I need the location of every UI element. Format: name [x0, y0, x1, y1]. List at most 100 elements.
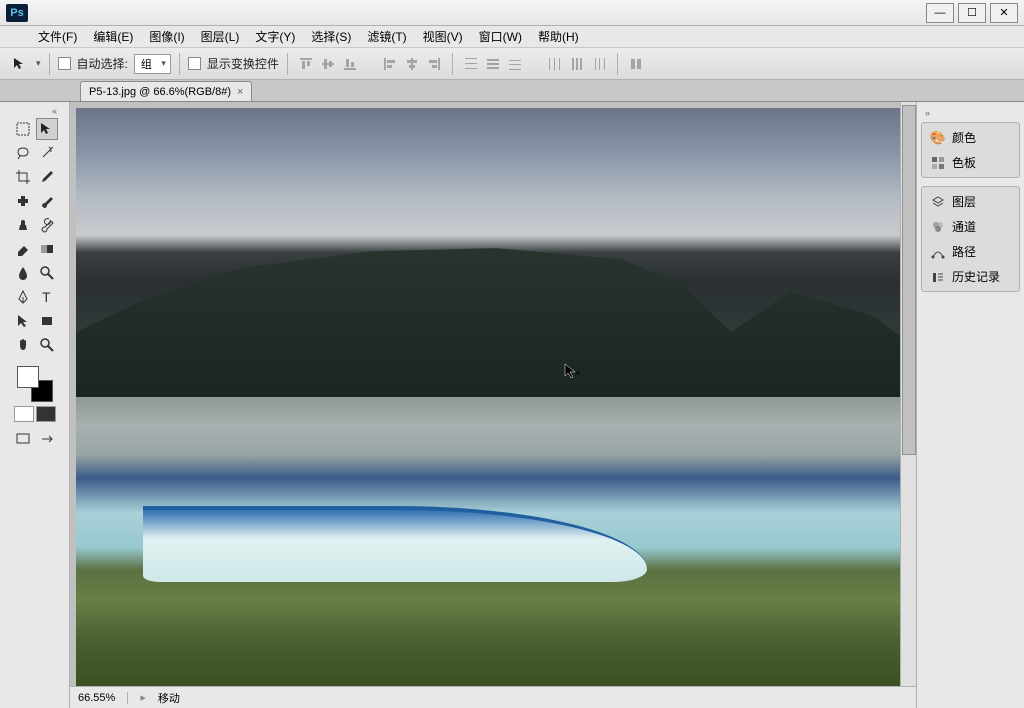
auto-select-dropdown[interactable]: 组: [134, 54, 171, 74]
panels-collapse-icon[interactable]: »: [921, 108, 1020, 122]
distribute-group-h: [545, 54, 609, 74]
align-vcenter-icon[interactable]: [318, 54, 338, 74]
vertical-scrollbar[interactable]: [900, 102, 916, 686]
svg-text:T: T: [42, 289, 51, 305]
color-swatches: [17, 366, 53, 402]
menu-filter[interactable]: 滤镜(T): [359, 26, 414, 47]
zoom-level[interactable]: 66.55%: [78, 692, 128, 704]
right-panels: » 🎨 颜色 色板 图层 通道 路径: [916, 102, 1024, 708]
crop-tool[interactable]: [12, 166, 34, 188]
type-tool[interactable]: T: [36, 286, 58, 308]
panel-label: 历史记录: [952, 268, 1000, 285]
clone-stamp-tool[interactable]: [12, 214, 34, 236]
auto-select-checkbox[interactable]: [58, 57, 71, 70]
app-logo: Ps: [6, 4, 28, 22]
healing-brush-tool[interactable]: [12, 190, 34, 212]
maximize-button[interactable]: ☐: [958, 3, 986, 23]
canvas[interactable]: [76, 108, 916, 686]
options-bar: ▾ 自动选择: 组 显示变换控件: [0, 48, 1024, 80]
menu-window[interactable]: 窗口(W): [471, 26, 530, 47]
marquee-tool[interactable]: [12, 118, 34, 140]
cursor-icon: [563, 362, 583, 382]
rectangle-tool[interactable]: [36, 310, 58, 332]
panel-color[interactable]: 🎨 颜色: [924, 125, 1017, 150]
document-tab-close-icon[interactable]: ×: [237, 86, 243, 98]
menu-view[interactable]: 视图(V): [415, 26, 471, 47]
panel-channels[interactable]: 通道: [924, 214, 1017, 239]
distribute-vcenter-icon[interactable]: [483, 54, 503, 74]
scrollbar-thumb[interactable]: [902, 105, 916, 455]
current-tool-label: 移动: [158, 690, 180, 706]
eyedropper-tool[interactable]: [36, 166, 58, 188]
menu-file[interactable]: 文件(F): [30, 26, 85, 47]
main-area: « T: [0, 102, 1024, 708]
close-button[interactable]: ✕: [990, 3, 1018, 23]
panel-label: 路径: [952, 243, 976, 260]
screen-mode-arrow-icon[interactable]: [36, 428, 58, 450]
distribute-hcenter-icon[interactable]: [567, 54, 587, 74]
show-transform-checkbox[interactable]: [188, 57, 201, 70]
panel-history[interactable]: 历史记录: [924, 264, 1017, 289]
channels-icon: [930, 219, 946, 235]
magic-wand-tool[interactable]: [36, 142, 58, 164]
history-icon: [930, 269, 946, 285]
hand-tool[interactable]: [12, 334, 34, 356]
blur-tool[interactable]: [12, 262, 34, 284]
toolbox: « T: [0, 102, 70, 708]
menu-edit[interactable]: 编辑(E): [85, 26, 141, 47]
align-right-icon[interactable]: [424, 54, 444, 74]
status-bar: 66.55% ▸ 移动: [70, 686, 916, 708]
align-group: [296, 54, 360, 74]
menu-type[interactable]: 文字(Y): [247, 26, 303, 47]
standard-mode-button[interactable]: [14, 406, 34, 422]
move-tool[interactable]: [36, 118, 58, 140]
image-content: [143, 455, 647, 582]
distribute-bottom-icon[interactable]: [505, 54, 525, 74]
separator: [287, 53, 288, 75]
history-brush-tool[interactable]: [36, 214, 58, 236]
title-bar: Ps — ☐ ✕: [0, 0, 1024, 26]
palette-icon: 🎨: [930, 130, 946, 146]
brush-tool[interactable]: [36, 190, 58, 212]
separator: [49, 53, 50, 75]
menu-layer[interactable]: 图层(L): [193, 26, 248, 47]
align-group-h: [380, 54, 444, 74]
auto-select-label: 自动选择:: [77, 55, 128, 72]
lasso-tool[interactable]: [12, 142, 34, 164]
toolbox-collapse-icon[interactable]: «: [12, 106, 57, 118]
align-left-icon[interactable]: [380, 54, 400, 74]
screen-mode-button[interactable]: [12, 428, 34, 450]
panel-swatches[interactable]: 色板: [924, 150, 1017, 175]
document-tab[interactable]: P5-13.jpg @ 66.6%(RGB/8#) ×: [80, 81, 252, 101]
panel-layers[interactable]: 图层: [924, 189, 1017, 214]
eraser-tool[interactable]: [12, 238, 34, 260]
menu-help[interactable]: 帮助(H): [530, 26, 587, 47]
separator: [179, 53, 180, 75]
gradient-tool[interactable]: [36, 238, 58, 260]
distribute-group: [461, 54, 525, 74]
status-arrow-icon[interactable]: ▸: [140, 691, 146, 704]
path-selection-tool[interactable]: [12, 310, 34, 332]
dodge-tool[interactable]: [36, 262, 58, 284]
menu-select[interactable]: 选择(S): [303, 26, 359, 47]
separator: [617, 53, 618, 75]
distribute-right-icon[interactable]: [589, 54, 609, 74]
auto-align-icon[interactable]: [626, 54, 646, 74]
panel-label: 色板: [952, 154, 976, 171]
move-tool-indicator-icon: [10, 54, 30, 74]
align-top-icon[interactable]: [296, 54, 316, 74]
align-hcenter-icon[interactable]: [402, 54, 422, 74]
minimize-button[interactable]: —: [926, 3, 954, 23]
align-bottom-icon[interactable]: [340, 54, 360, 74]
swatches-icon: [930, 155, 946, 171]
document-tab-bar: P5-13.jpg @ 66.6%(RGB/8#) ×: [0, 80, 1024, 102]
pen-tool[interactable]: [12, 286, 34, 308]
quick-mask-button[interactable]: [36, 406, 56, 422]
menu-image[interactable]: 图像(I): [141, 26, 192, 47]
distribute-top-icon[interactable]: [461, 54, 481, 74]
foreground-color[interactable]: [17, 366, 39, 388]
tool-preset-dropdown-icon[interactable]: ▾: [36, 58, 41, 69]
distribute-left-icon[interactable]: [545, 54, 565, 74]
panel-paths[interactable]: 路径: [924, 239, 1017, 264]
zoom-tool[interactable]: [36, 334, 58, 356]
